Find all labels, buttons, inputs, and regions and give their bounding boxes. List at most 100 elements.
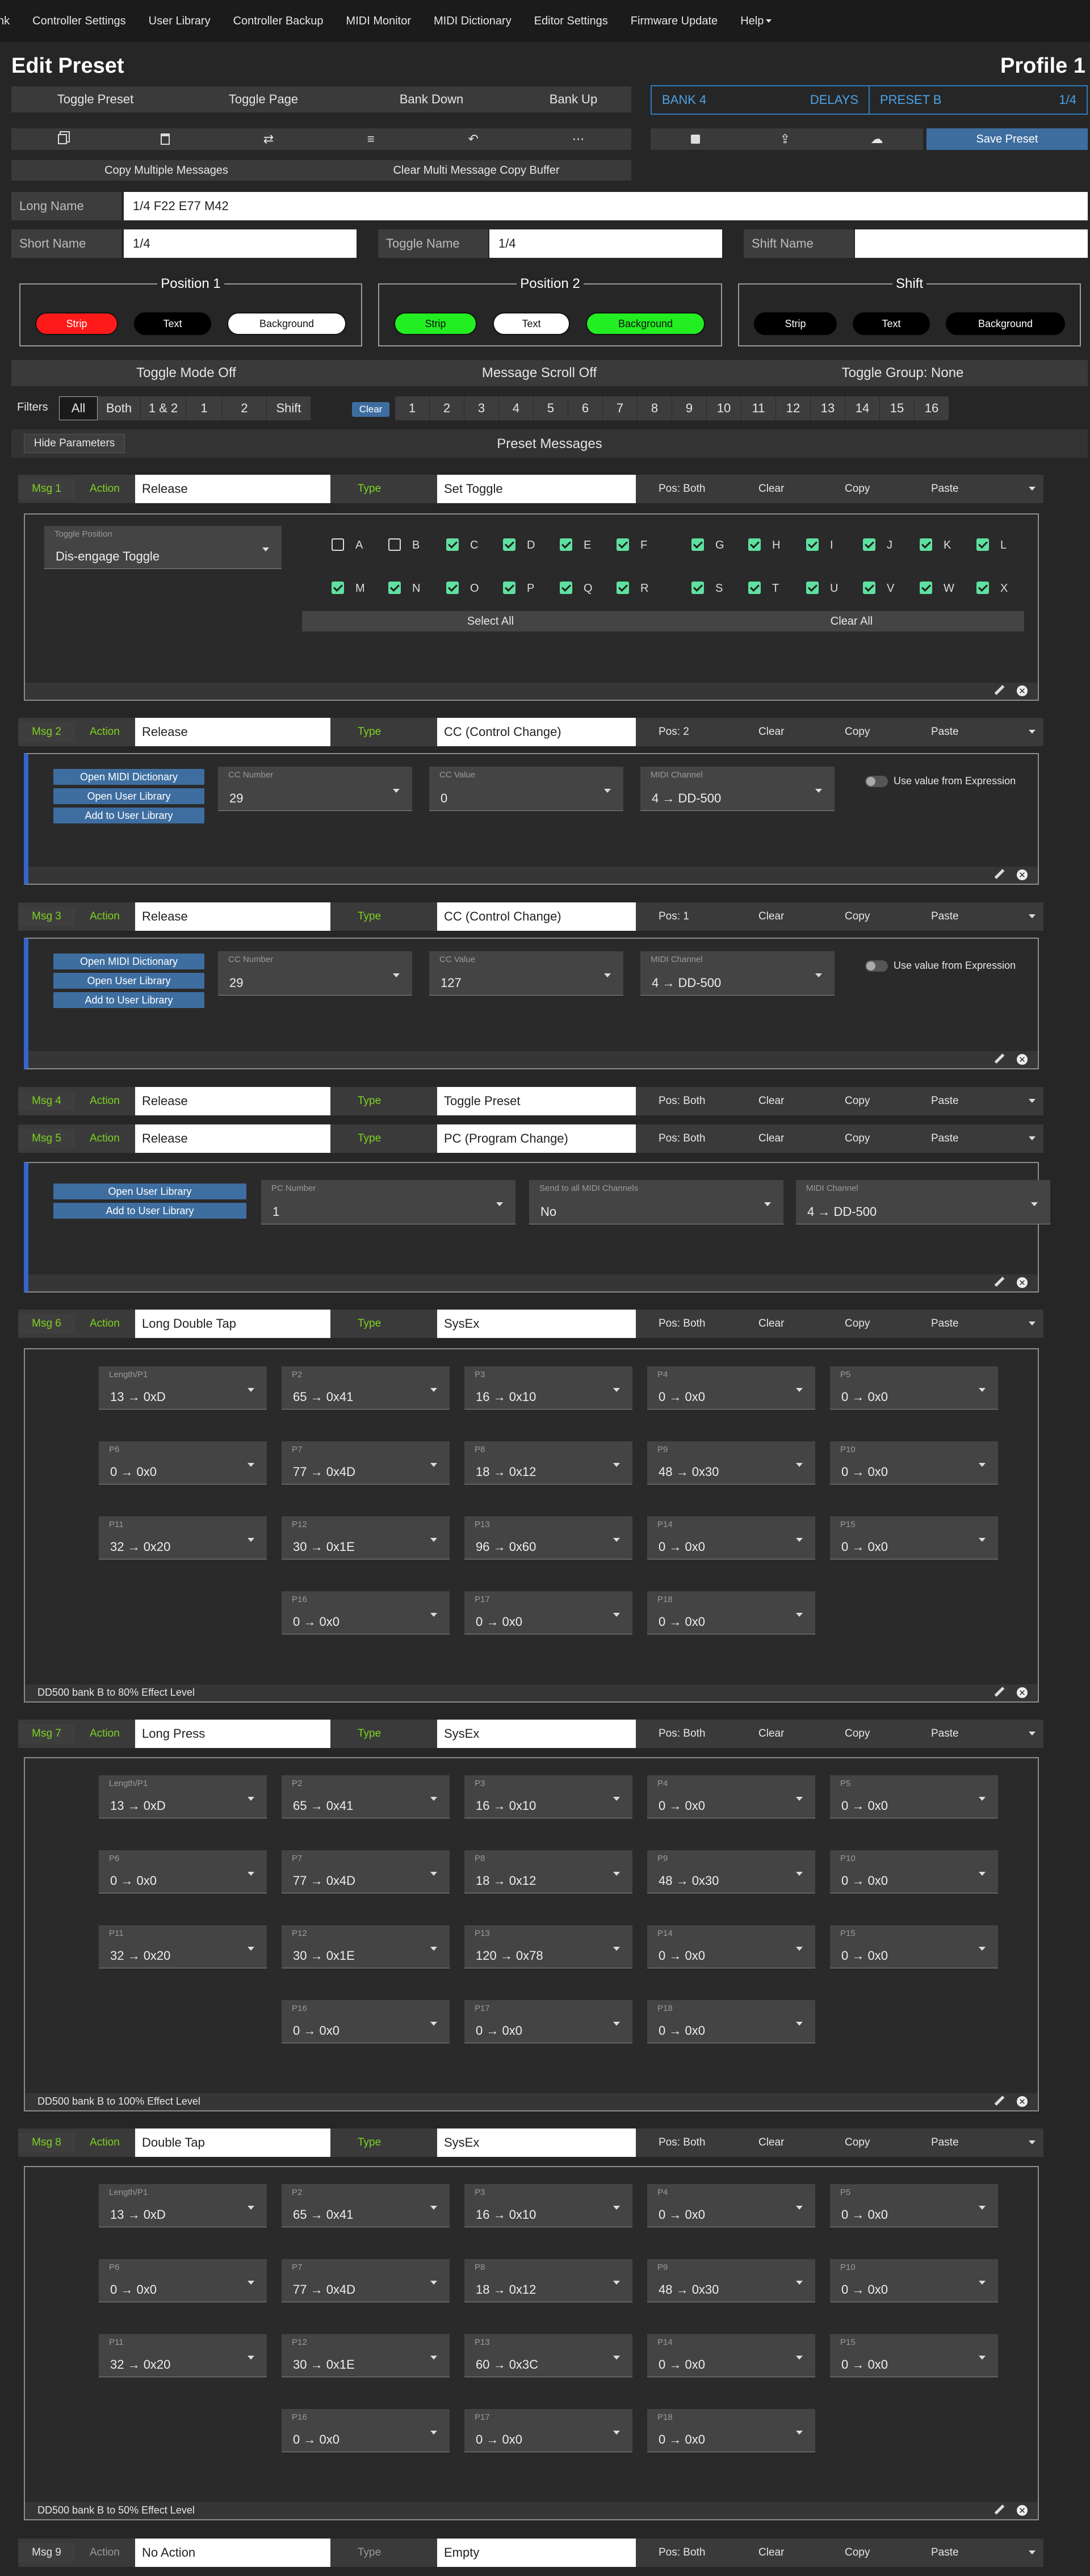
toggle-checkbox[interactable]	[806, 582, 819, 594]
message-badge[interactable]: Msg 9	[18, 2543, 75, 2562]
sysex-param-select[interactable]: P17 0 → 0x0	[464, 1591, 632, 1634]
more-icon[interactable]: ⋯	[572, 132, 585, 147]
sysex-param-select[interactable]: P12 30 → 0x1E	[282, 1516, 450, 1559]
toggle-checkbox[interactable]	[748, 582, 761, 594]
pc-number-select[interactable]: PC Number 1	[261, 1180, 515, 1224]
cc-number-select[interactable]: CC Number 29	[218, 951, 412, 996]
sysex-param-select[interactable]: P15 0 → 0x0	[830, 2334, 998, 2377]
pos2-background-color[interactable]: Background	[586, 312, 705, 335]
toggle-checkbox[interactable]	[446, 582, 459, 594]
nav-item-help[interactable]: Help	[729, 15, 783, 28]
action-select[interactable]: Release	[135, 718, 330, 746]
pencil-icon[interactable]	[994, 1277, 1004, 1287]
copy-button[interactable]: Copy	[845, 722, 870, 742]
sysex-param-select[interactable]: P14 0 → 0x0	[647, 1925, 815, 1968]
paste-button[interactable]: Paste	[931, 2133, 959, 2152]
sysex-param-select[interactable]: P4 0 → 0x0	[647, 1366, 815, 1410]
close-icon[interactable]: ✕	[1017, 1687, 1028, 1698]
position-select[interactable]: Pos: Both	[659, 1129, 705, 1148]
copy-button[interactable]: Copy	[845, 907, 870, 926]
sysex-param-select[interactable]: P11 32 → 0x20	[99, 1516, 267, 1559]
action-select[interactable]: Release	[135, 902, 330, 931]
toggle-mode-button[interactable]: Toggle Mode Off	[11, 360, 361, 386]
toggle-checkbox[interactable]	[920, 538, 932, 551]
toggle-checkbox[interactable]	[388, 538, 401, 551]
sysex-param-select[interactable]: P5 0 → 0x0	[830, 1366, 998, 1410]
clear-button[interactable]: Clear	[758, 1314, 784, 1333]
message-badge[interactable]: Msg 4	[18, 1092, 75, 1111]
toggle-preset-button[interactable]: Toggle Preset	[11, 86, 179, 112]
sysex-param-select[interactable]: P17 0 → 0x0	[464, 2000, 632, 2043]
nav-item-midi-dictionary[interactable]: MIDI Dictionary	[422, 15, 523, 28]
clear-button[interactable]: Clear	[758, 1724, 784, 1743]
sysex-param-select[interactable]: P2 65 → 0x41	[282, 1366, 450, 1410]
type-select[interactable]: CC (Control Change)	[437, 902, 636, 931]
toggle-checkbox[interactable]	[691, 582, 704, 594]
sysex-param-select[interactable]: P6 0 → 0x0	[99, 1850, 267, 1893]
sysex-param-select[interactable]: P15 0 → 0x0	[830, 1925, 998, 1968]
shift-background-color[interactable]: Background	[946, 312, 1065, 335]
paste-icon[interactable]	[161, 133, 170, 145]
type-select[interactable]: SysEx	[437, 1720, 636, 1748]
toggle-checkbox[interactable]	[388, 582, 401, 594]
message-badge[interactable]: Msg 3	[18, 907, 75, 926]
bank-down-button[interactable]: Bank Down	[347, 86, 515, 112]
sysex-param-select[interactable]: P17 0 → 0x0	[464, 2409, 632, 2452]
message-badge[interactable]: Msg 5	[18, 1129, 75, 1148]
message-badge[interactable]: Msg 2	[18, 722, 75, 742]
midi-channel-select[interactable]: MIDI Channel 4 → DD-500	[640, 767, 835, 811]
filter-ch-3[interactable]: 3	[464, 396, 499, 420]
nav-item-firmware-update[interactable]: Firmware Update	[619, 15, 729, 28]
open-user-library-button[interactable]: Open User Library	[53, 1184, 246, 1199]
pencil-icon[interactable]	[994, 685, 1004, 696]
position-select[interactable]: Pos: Both	[659, 479, 705, 499]
filter-shift[interactable]: Shift	[267, 396, 311, 420]
sysex-param-select[interactable]: P4 0 → 0x0	[647, 1775, 815, 1818]
sysex-param-select[interactable]: P13 60 → 0x3C	[464, 2334, 632, 2377]
sysex-param-select[interactable]: P16 0 → 0x0	[282, 1591, 450, 1634]
filter-ch-5[interactable]: 5	[534, 396, 568, 420]
message-badge[interactable]: Msg 1	[18, 479, 75, 499]
sysex-param-select[interactable]: P9 48 → 0x30	[647, 2259, 815, 2302]
copy-button[interactable]: Copy	[845, 1129, 870, 1148]
midi-channel-select[interactable]: MIDI Channel 4 → DD-500	[640, 951, 835, 996]
sysex-param-select[interactable]: P3 16 → 0x10	[464, 1366, 632, 1410]
open-midi-dictionary-button[interactable]: Open MIDI Dictionary	[53, 954, 204, 969]
close-icon[interactable]: ✕	[1017, 685, 1028, 696]
toggle-checkbox[interactable]	[617, 582, 629, 594]
sysex-param-select[interactable]: Length/P1 13 → 0xD	[99, 2184, 267, 2227]
nav-item-midi-monitor[interactable]: MIDI Monitor	[335, 15, 422, 28]
filter-ch-9[interactable]: 9	[672, 396, 707, 420]
paste-button[interactable]: Paste	[931, 1314, 959, 1333]
select-all-button[interactable]: Select All	[302, 611, 679, 632]
sysex-param-select[interactable]: P7 77 → 0x4D	[282, 1850, 450, 1893]
sysex-param-select[interactable]: P8 18 → 0x12	[464, 1850, 632, 1893]
sysex-param-select[interactable]: P16 0 → 0x0	[282, 2409, 450, 2452]
position-select[interactable]: Pos: Both	[659, 1092, 705, 1111]
sysex-param-select[interactable]: P9 48 → 0x30	[647, 1441, 815, 1484]
copy-button[interactable]: Copy	[845, 1724, 870, 1743]
type-select[interactable]: PC (Program Change)	[437, 1124, 636, 1153]
sysex-param-select[interactable]: P18 0 → 0x0	[647, 1591, 815, 1634]
shift-strip-color[interactable]: Strip	[754, 312, 837, 335]
save-icon[interactable]	[690, 135, 700, 144]
clear-button[interactable]: Clear	[758, 2133, 784, 2152]
sysex-param-select[interactable]: P14 0 → 0x0	[647, 1516, 815, 1559]
filter-ch-13[interactable]: 13	[811, 396, 845, 420]
position-select[interactable]: Pos: Both	[659, 1314, 705, 1333]
pencil-icon[interactable]	[994, 2096, 1004, 2106]
nav-item-user-library[interactable]: User Library	[137, 15, 222, 28]
type-select[interactable]: SysEx	[437, 2128, 636, 2157]
copy-icon[interactable]	[58, 134, 68, 144]
sysex-param-select[interactable]: P2 65 → 0x41	[282, 2184, 450, 2227]
sysex-param-select[interactable]: P7 77 → 0x4D	[282, 1441, 450, 1484]
filter-1-2[interactable]: 1 & 2	[141, 396, 186, 420]
clear-button[interactable]: Clear	[758, 479, 784, 499]
toggle-checkbox[interactable]	[748, 538, 761, 551]
action-select[interactable]: Double Tap	[135, 2128, 330, 2157]
sysex-param-select[interactable]: Length/P1 13 → 0xD	[99, 1775, 267, 1818]
toggle-group-button[interactable]: Toggle Group: None	[718, 360, 1088, 386]
clear-all-button[interactable]: Clear All	[679, 611, 1024, 632]
copy-button[interactable]: Copy	[845, 479, 870, 499]
toggle-checkbox[interactable]	[332, 582, 344, 594]
